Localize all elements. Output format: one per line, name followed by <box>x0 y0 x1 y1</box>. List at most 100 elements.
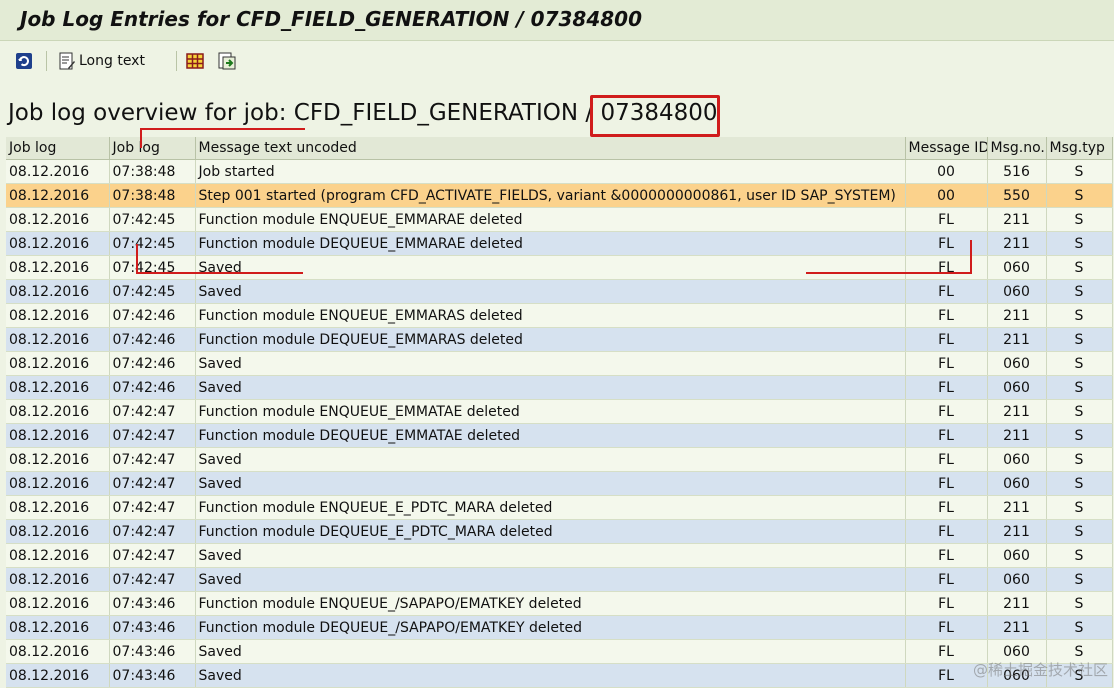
cell-message-text[interactable]: Function module ENQUEUE_EMMARAE deleted <box>195 207 906 232</box>
cell-message-text[interactable]: Step 001 started (program CFD_ACTIVATE_F… <box>195 183 906 208</box>
cell-msg-no[interactable]: 211 <box>987 207 1047 232</box>
column-header-msg-type[interactable]: Msg.typ <box>1046 137 1113 160</box>
cell-message-text[interactable]: Function module DEQUEUE_/SAPAPO/EMATKEY … <box>195 615 906 640</box>
cell-msg-no[interactable]: 060 <box>987 447 1047 472</box>
cell-msg-no[interactable]: 060 <box>987 471 1047 496</box>
cell-time[interactable]: 07:42:46 <box>109 351 196 376</box>
cell-time[interactable]: 07:42:47 <box>109 447 196 472</box>
table-row[interactable]: 08.12.2016 07:42:46 Function module ENQUEU… <box>6 303 1113 328</box>
cell-date[interactable]: 08.12.2016 <box>6 495 110 520</box>
column-header-job-log-time[interactable]: Job log <box>109 137 196 160</box>
cell-date[interactable]: 08.12.2016 <box>6 303 110 328</box>
cell-message-text[interactable]: Saved <box>195 279 906 304</box>
table-row[interactable]: 08.12.2016 07:42:47 Saved FL 060 S <box>6 447 1113 472</box>
table-row[interactable]: 08.12.2016 07:43:46 Saved FL 060 S <box>6 639 1113 664</box>
cell-date[interactable]: 08.12.2016 <box>6 159 110 184</box>
cell-msg-type[interactable]: S <box>1046 327 1113 352</box>
cell-date[interactable]: 08.12.2016 <box>6 447 110 472</box>
cell-time[interactable]: 07:42:45 <box>109 279 196 304</box>
cell-message-id[interactable]: FL <box>905 327 988 352</box>
cell-message-text[interactable]: Saved <box>195 543 906 568</box>
cell-message-text[interactable]: Function module ENQUEUE_EMMATAE deleted <box>195 399 906 424</box>
cell-message-id[interactable]: 00 <box>905 159 988 184</box>
table-row[interactable]: 08.12.2016 07:42:45 Saved FL 060 S <box>6 255 1113 280</box>
cell-message-text[interactable]: Saved <box>195 375 906 400</box>
cell-msg-no[interactable]: 060 <box>987 351 1047 376</box>
export-button[interactable] <box>218 51 236 71</box>
cell-msg-no[interactable]: 211 <box>987 399 1047 424</box>
long-text-button[interactable]: Long text <box>58 51 145 71</box>
cell-time[interactable]: 07:43:46 <box>109 615 196 640</box>
cell-msg-no[interactable]: 060 <box>987 375 1047 400</box>
cell-msg-type[interactable]: S <box>1046 375 1113 400</box>
table-row[interactable]: 08.12.2016 07:38:48 Step 001 started (prog… <box>6 183 1113 208</box>
table-row[interactable]: 08.12.2016 07:42:47 Function module DEQUEU… <box>6 519 1113 544</box>
cell-date[interactable]: 08.12.2016 <box>6 519 110 544</box>
layout-button[interactable] <box>186 51 204 71</box>
cell-msg-type[interactable]: S <box>1046 159 1113 184</box>
cell-time[interactable]: 07:38:48 <box>109 183 196 208</box>
cell-date[interactable]: 08.12.2016 <box>6 591 110 616</box>
cell-time[interactable]: 07:42:47 <box>109 399 196 424</box>
cell-msg-no[interactable]: 060 <box>987 567 1047 592</box>
cell-message-text[interactable]: Saved <box>195 447 906 472</box>
cell-message-id[interactable]: FL <box>905 375 988 400</box>
cell-message-text[interactable]: Function module ENQUEUE_/SAPAPO/EMATKEY … <box>195 591 906 616</box>
cell-message-id[interactable]: FL <box>905 519 988 544</box>
cell-msg-no[interactable]: 211 <box>987 231 1047 256</box>
cell-msg-no[interactable]: 211 <box>987 615 1047 640</box>
cell-message-id[interactable]: FL <box>905 279 988 304</box>
cell-time[interactable]: 07:42:45 <box>109 231 196 256</box>
cell-time[interactable]: 07:42:46 <box>109 375 196 400</box>
cell-message-text[interactable]: Function module ENQUEUE_E_PDTC_MARA dele… <box>195 495 906 520</box>
cell-date[interactable]: 08.12.2016 <box>6 375 110 400</box>
cell-message-text[interactable]: Saved <box>195 639 906 664</box>
cell-msg-type[interactable]: S <box>1046 255 1113 280</box>
cell-time[interactable]: 07:38:48 <box>109 159 196 184</box>
cell-msg-type[interactable]: S <box>1046 567 1113 592</box>
cell-time[interactable]: 07:42:45 <box>109 255 196 280</box>
cell-message-id[interactable]: FL <box>905 231 988 256</box>
cell-message-text[interactable]: Saved <box>195 471 906 496</box>
cell-msg-type[interactable]: S <box>1046 591 1113 616</box>
column-header-message-text[interactable]: Message text uncoded <box>195 137 906 160</box>
cell-msg-no[interactable]: 211 <box>987 327 1047 352</box>
cell-message-text[interactable]: Function module DEQUEUE_E_PDTC_MARA dele… <box>195 519 906 544</box>
cell-msg-type[interactable]: S <box>1046 183 1113 208</box>
cell-date[interactable]: 08.12.2016 <box>6 543 110 568</box>
cell-date[interactable]: 08.12.2016 <box>6 279 110 304</box>
cell-msg-type[interactable]: S <box>1046 543 1113 568</box>
cell-time[interactable]: 07:42:47 <box>109 567 196 592</box>
table-row[interactable]: 08.12.2016 07:42:47 Function module DEQUEU… <box>6 423 1113 448</box>
table-row[interactable]: 08.12.2016 07:42:46 Saved FL 060 S <box>6 375 1113 400</box>
cell-message-id[interactable]: FL <box>905 351 988 376</box>
cell-date[interactable]: 08.12.2016 <box>6 231 110 256</box>
table-row[interactable]: 08.12.2016 07:42:45 Function module ENQUEU… <box>6 207 1113 232</box>
cell-msg-no[interactable]: 211 <box>987 423 1047 448</box>
cell-msg-type[interactable]: S <box>1046 231 1113 256</box>
cell-time[interactable]: 07:43:46 <box>109 639 196 664</box>
cell-message-text[interactable]: Function module DEQUEUE_EMMARAE deleted <box>195 231 906 256</box>
table-row[interactable]: 08.12.2016 07:42:47 Saved FL 060 S <box>6 567 1113 592</box>
cell-msg-type[interactable]: S <box>1046 423 1113 448</box>
cell-msg-type[interactable]: S <box>1046 519 1113 544</box>
cell-msg-type[interactable]: S <box>1046 303 1113 328</box>
table-row[interactable]: 08.12.2016 07:42:45 Saved FL 060 S <box>6 279 1113 304</box>
cell-date[interactable]: 08.12.2016 <box>6 207 110 232</box>
cell-time[interactable]: 07:42:47 <box>109 471 196 496</box>
cell-message-id[interactable]: FL <box>905 591 988 616</box>
column-header-msg-no[interactable]: Msg.no. <box>987 137 1047 160</box>
column-header-job-log-date[interactable]: Job log <box>6 137 110 160</box>
cell-msg-no[interactable]: 060 <box>987 543 1047 568</box>
cell-time[interactable]: 07:42:47 <box>109 543 196 568</box>
cell-message-text[interactable]: Saved <box>195 351 906 376</box>
cell-message-id[interactable]: FL <box>905 399 988 424</box>
cell-message-text[interactable]: Saved <box>195 567 906 592</box>
table-row[interactable]: 08.12.2016 07:42:46 Saved FL 060 S <box>6 351 1113 376</box>
cell-msg-type[interactable]: S <box>1046 399 1113 424</box>
cell-time[interactable]: 07:42:45 <box>109 207 196 232</box>
table-row[interactable]: 08.12.2016 07:42:47 Saved FL 060 S <box>6 543 1113 568</box>
column-header-message-id[interactable]: Message ID <box>905 137 988 160</box>
cell-message-text[interactable]: Saved <box>195 255 906 280</box>
cell-message-id[interactable]: FL <box>905 471 988 496</box>
